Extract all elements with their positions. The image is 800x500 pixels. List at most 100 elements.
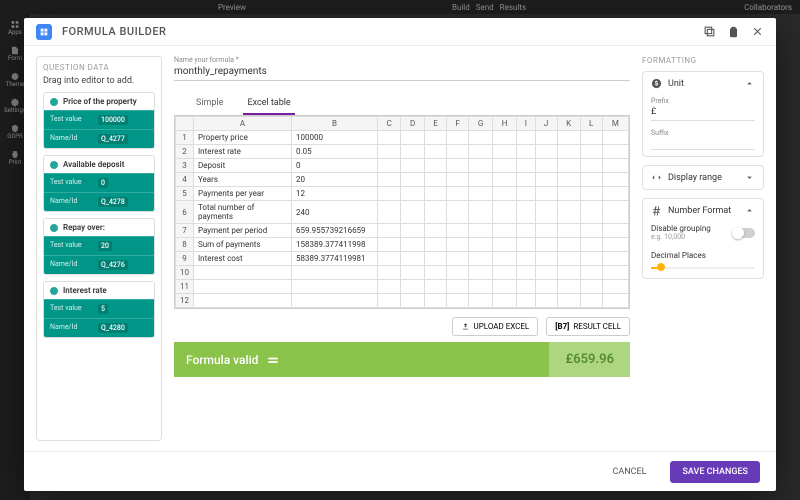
cell[interactable]	[447, 280, 469, 294]
cancel-button[interactable]: CANCEL	[600, 461, 658, 483]
cell[interactable]	[535, 238, 557, 252]
cell[interactable]	[602, 187, 628, 201]
cell[interactable]	[557, 201, 580, 224]
cell[interactable]	[557, 252, 580, 266]
cell[interactable]	[447, 238, 469, 252]
cell[interactable]	[447, 159, 469, 173]
cell[interactable]: 158389.377411998	[292, 238, 378, 252]
cell[interactable]	[492, 201, 516, 224]
cell[interactable]	[378, 187, 401, 201]
unit-header[interactable]: Unit	[651, 78, 755, 89]
cell[interactable]	[401, 159, 424, 173]
cell[interactable]	[378, 252, 401, 266]
topbar-tab-send[interactable]: Send	[476, 3, 494, 12]
cell[interactable]	[378, 238, 401, 252]
save-button[interactable]: SAVE CHANGES	[670, 461, 760, 483]
cell[interactable]	[517, 252, 535, 266]
cell[interactable]	[401, 224, 424, 238]
cell[interactable]	[492, 131, 516, 145]
cell[interactable]	[557, 187, 580, 201]
cell[interactable]	[194, 280, 292, 294]
column-header[interactable]: C	[378, 117, 401, 131]
cell[interactable]	[535, 201, 557, 224]
cell[interactable]	[469, 187, 493, 201]
cell[interactable]	[424, 266, 446, 280]
cell[interactable]	[194, 294, 292, 308]
cell[interactable]	[517, 131, 535, 145]
cell[interactable]	[424, 224, 446, 238]
cell[interactable]	[401, 187, 424, 201]
cell[interactable]	[517, 266, 535, 280]
display-range-header[interactable]: Display range	[651, 172, 755, 183]
copy-button[interactable]	[702, 25, 716, 39]
cell[interactable]	[580, 280, 602, 294]
cell[interactable]: Deposit	[194, 159, 292, 173]
cell[interactable]	[580, 201, 602, 224]
cell[interactable]	[194, 266, 292, 280]
cell[interactable]	[492, 145, 516, 159]
prefix-input[interactable]: £	[651, 107, 755, 121]
suffix-input[interactable]	[651, 139, 755, 150]
column-header[interactable]: M	[602, 117, 628, 131]
cell[interactable]: 0	[292, 159, 378, 173]
number-format-header[interactable]: Number Format	[651, 205, 755, 216]
cell[interactable]	[401, 201, 424, 224]
cell[interactable]	[401, 266, 424, 280]
cell[interactable]	[580, 173, 602, 187]
cell[interactable]	[447, 266, 469, 280]
cell[interactable]	[424, 145, 446, 159]
cell[interactable]: Property price	[194, 131, 292, 145]
cell[interactable]	[424, 294, 446, 308]
column-header[interactable]: I	[517, 117, 535, 131]
tab-excel-table[interactable]: Excel table	[243, 93, 294, 115]
cell[interactable]	[401, 252, 424, 266]
question-card[interactable]: Repay over: Test value20 Name/IdQ_4276	[43, 218, 155, 275]
cell[interactable]	[378, 145, 401, 159]
close-button[interactable]	[750, 25, 764, 39]
question-card[interactable]: Price of the property Test value100000 N…	[43, 92, 155, 149]
question-card[interactable]: Available deposit Test value0 Name/IdQ_4…	[43, 155, 155, 212]
cell[interactable]	[424, 252, 446, 266]
cell[interactable]	[378, 294, 401, 308]
cell[interactable]	[424, 159, 446, 173]
cell[interactable]	[602, 294, 628, 308]
cell[interactable]	[492, 252, 516, 266]
cell[interactable]	[401, 173, 424, 187]
cell[interactable]	[535, 280, 557, 294]
cell[interactable]	[580, 266, 602, 280]
cell[interactable]	[378, 131, 401, 145]
cell[interactable]	[469, 173, 493, 187]
cell[interactable]	[517, 173, 535, 187]
column-header[interactable]: B	[292, 117, 378, 131]
cell[interactable]	[424, 187, 446, 201]
cell[interactable]: 0.05	[292, 145, 378, 159]
cell[interactable]	[557, 238, 580, 252]
cell[interactable]	[424, 238, 446, 252]
cell[interactable]	[602, 131, 628, 145]
cell[interactable]	[580, 131, 602, 145]
topbar-collaborators[interactable]: Collaborators	[744, 3, 792, 12]
cell[interactable]	[447, 187, 469, 201]
cell[interactable]	[492, 238, 516, 252]
cell[interactable]	[447, 145, 469, 159]
cell[interactable]	[492, 266, 516, 280]
delete-button[interactable]	[726, 25, 740, 39]
sidebar-form[interactable]: Form	[7, 46, 23, 62]
cell[interactable]	[580, 159, 602, 173]
cell[interactable]	[517, 280, 535, 294]
cell[interactable]: Years	[194, 173, 292, 187]
cell[interactable]	[292, 280, 378, 294]
cell[interactable]	[378, 280, 401, 294]
cell[interactable]	[401, 131, 424, 145]
cell[interactable]	[557, 224, 580, 238]
cell[interactable]	[517, 145, 535, 159]
cell[interactable]	[492, 187, 516, 201]
cell[interactable]: 20	[292, 173, 378, 187]
cell[interactable]	[469, 159, 493, 173]
cell[interactable]	[535, 252, 557, 266]
cell[interactable]	[378, 173, 401, 187]
cell[interactable]: Total number of payments	[194, 201, 292, 224]
cell[interactable]	[447, 252, 469, 266]
disable-grouping-toggle[interactable]	[733, 228, 755, 238]
cell[interactable]	[292, 266, 378, 280]
